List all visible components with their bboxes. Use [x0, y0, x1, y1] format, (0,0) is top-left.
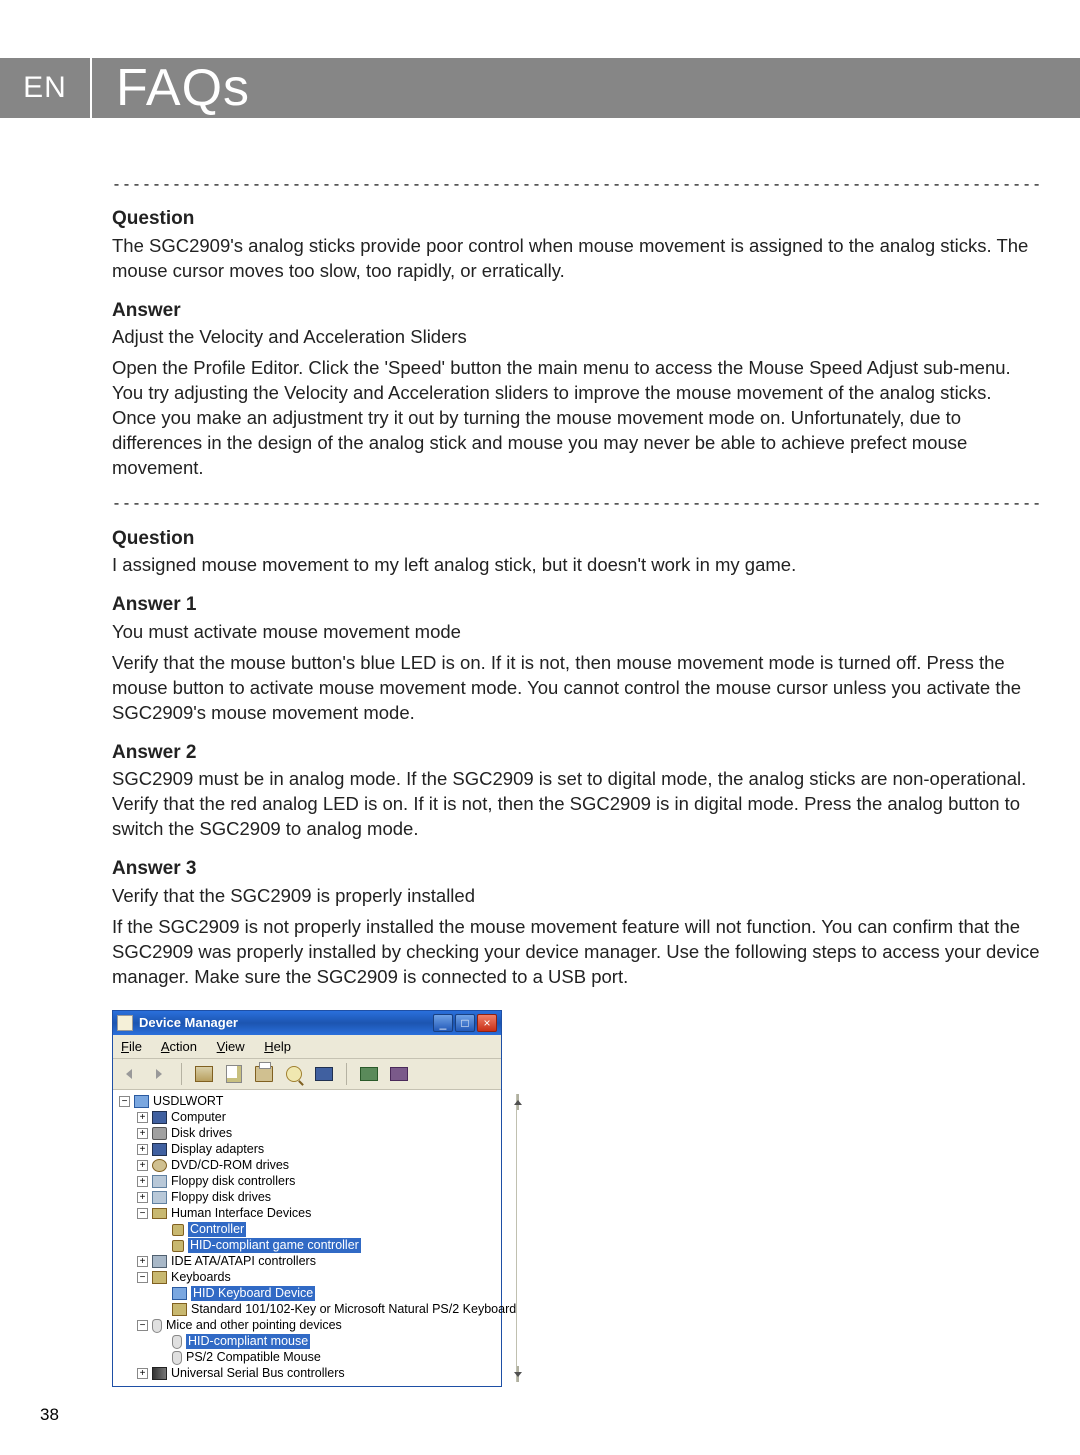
content-area: ----------------------------------------…: [0, 118, 1080, 1387]
answer-text: If the SGC2909 is not properly installed…: [112, 915, 1040, 990]
answer-label: Answer: [112, 298, 1040, 324]
hid-icon: [152, 1208, 167, 1219]
faq-answer-2c: Answer 3 Verify that the SGC2909 is prop…: [112, 856, 1040, 990]
scrollbar[interactable]: [516, 1094, 517, 1382]
tree-item[interactable]: +Display adapters: [115, 1142, 516, 1158]
tree-item[interactable]: PS/2 Compatible Mouse: [115, 1350, 516, 1366]
tree-area: −USDLWORT +Computer +Disk drives +Displa…: [113, 1090, 501, 1386]
tree-item[interactable]: Controller: [115, 1222, 516, 1238]
computer-icon: [152, 1111, 167, 1124]
computer-icon: [134, 1095, 149, 1108]
window-title: Device Manager: [139, 1015, 433, 1031]
properties-icon[interactable]: [224, 1064, 244, 1084]
divider-dash: ----------------------------------------…: [112, 495, 1040, 515]
toolbar-sep: [346, 1063, 347, 1085]
tree-item[interactable]: +DVD/CD-ROM drives: [115, 1158, 516, 1174]
scroll-down-icon[interactable]: [517, 1366, 519, 1382]
answer-label: Answer 2: [112, 740, 1040, 766]
forward-icon[interactable]: [149, 1064, 169, 1084]
question-text: The SGC2909's analog sticks provide poor…: [112, 234, 1040, 284]
tree-item[interactable]: −Human Interface Devices: [115, 1206, 516, 1222]
titlebar: Device Manager _ □ ×: [113, 1011, 501, 1035]
tree-item[interactable]: +Computer: [115, 1110, 516, 1126]
faq-answer-1: Answer Adjust the Velocity and Accelerat…: [112, 298, 1040, 481]
question-label: Question: [112, 526, 1040, 552]
keyboard-icon: [172, 1303, 187, 1316]
usb-icon: [152, 1367, 167, 1380]
tree-item[interactable]: Standard 101/102-Key or Microsoft Natura…: [115, 1302, 516, 1318]
tree-view-icon[interactable]: [194, 1064, 214, 1084]
back-icon[interactable]: [119, 1064, 139, 1084]
divider-dash: ----------------------------------------…: [112, 176, 1040, 196]
keyboard-icon: [152, 1271, 167, 1284]
mouse-icon: [172, 1351, 182, 1365]
monitor-icon[interactable]: [314, 1064, 334, 1084]
answer-text: SGC2909 must be in analog mode. If the S…: [112, 767, 1040, 842]
toolbar-sep: [181, 1063, 182, 1085]
device-icon[interactable]: [359, 1064, 379, 1084]
minimize-button[interactable]: _: [433, 1014, 453, 1032]
controller-icon: [172, 1224, 184, 1236]
answer-label: Answer 1: [112, 592, 1040, 618]
toolbar: [113, 1059, 501, 1090]
answer-label: Answer 3: [112, 856, 1040, 882]
faq-question-2: Question I assigned mouse movement to my…: [112, 526, 1040, 579]
page-number: 38: [40, 1405, 59, 1425]
floppy-icon: [152, 1191, 167, 1204]
faq-question-1: Question The SGC2909's analog sticks pro…: [112, 206, 1040, 284]
mouse-icon: [172, 1335, 182, 1349]
tree-item[interactable]: +Disk drives: [115, 1126, 516, 1142]
disk-icon: [152, 1127, 167, 1140]
tree-item[interactable]: +IDE ATA/ATAPI controllers: [115, 1254, 516, 1270]
maximize-button[interactable]: □: [455, 1014, 475, 1032]
menu-help[interactable]: Help: [264, 1039, 291, 1054]
menu-action[interactable]: Action: [161, 1039, 197, 1054]
device-manager-window: Device Manager _ □ × File Action View He…: [112, 1010, 502, 1388]
answer-line: You must activate mouse movement mode: [112, 620, 1040, 645]
page-title: FAQs: [92, 58, 250, 118]
tree-item[interactable]: −Keyboards: [115, 1270, 516, 1286]
close-button[interactable]: ×: [477, 1014, 497, 1032]
tree-item[interactable]: +Floppy disk drives: [115, 1190, 516, 1206]
display-icon: [152, 1143, 167, 1156]
menu-view[interactable]: View: [217, 1039, 245, 1054]
cd-icon: [152, 1159, 167, 1172]
device-icon[interactable]: [389, 1064, 409, 1084]
question-label: Question: [112, 206, 1040, 232]
keyboard-icon: [172, 1287, 187, 1300]
controller-icon: [172, 1240, 184, 1252]
menubar: File Action View Help: [113, 1035, 501, 1060]
window-buttons: _ □ ×: [433, 1014, 497, 1032]
answer-line: Verify that the SGC2909 is properly inst…: [112, 884, 1040, 909]
tree-item[interactable]: +Floppy disk controllers: [115, 1174, 516, 1190]
tree-item[interactable]: HID-compliant game controller: [115, 1238, 516, 1254]
device-tree: −USDLWORT +Computer +Disk drives +Displa…: [115, 1094, 516, 1382]
faq-answer-2b: Answer 2 SGC2909 must be in analog mode.…: [112, 740, 1040, 843]
tree-root[interactable]: −USDLWORT: [115, 1094, 516, 1110]
page-header: EN FAQs: [0, 58, 1080, 118]
scan-icon[interactable]: [284, 1064, 304, 1084]
language-code: EN: [0, 71, 90, 105]
faq-answer-2a: Answer 1 You must activate mouse movemen…: [112, 592, 1040, 726]
scroll-up-icon[interactable]: [517, 1094, 519, 1110]
answer-text: Open the Profile Editor. Click the 'Spee…: [112, 356, 1040, 481]
floppy-icon: [152, 1175, 167, 1188]
question-text: I assigned mouse movement to my left ana…: [112, 553, 1040, 578]
tree-item[interactable]: +Universal Serial Bus controllers: [115, 1366, 516, 1382]
menu-file[interactable]: File: [121, 1039, 142, 1054]
ide-icon: [152, 1255, 167, 1268]
tree-item[interactable]: HID-compliant mouse: [115, 1334, 516, 1350]
mouse-icon: [152, 1319, 162, 1333]
answer-text: Verify that the mouse button's blue LED …: [112, 651, 1040, 726]
answer-line: Adjust the Velocity and Acceleration Sli…: [112, 325, 1040, 350]
titlebar-icon: [117, 1015, 133, 1031]
print-icon[interactable]: [254, 1064, 274, 1084]
tree-item[interactable]: HID Keyboard Device: [115, 1286, 516, 1302]
tree-item[interactable]: −Mice and other pointing devices: [115, 1318, 516, 1334]
